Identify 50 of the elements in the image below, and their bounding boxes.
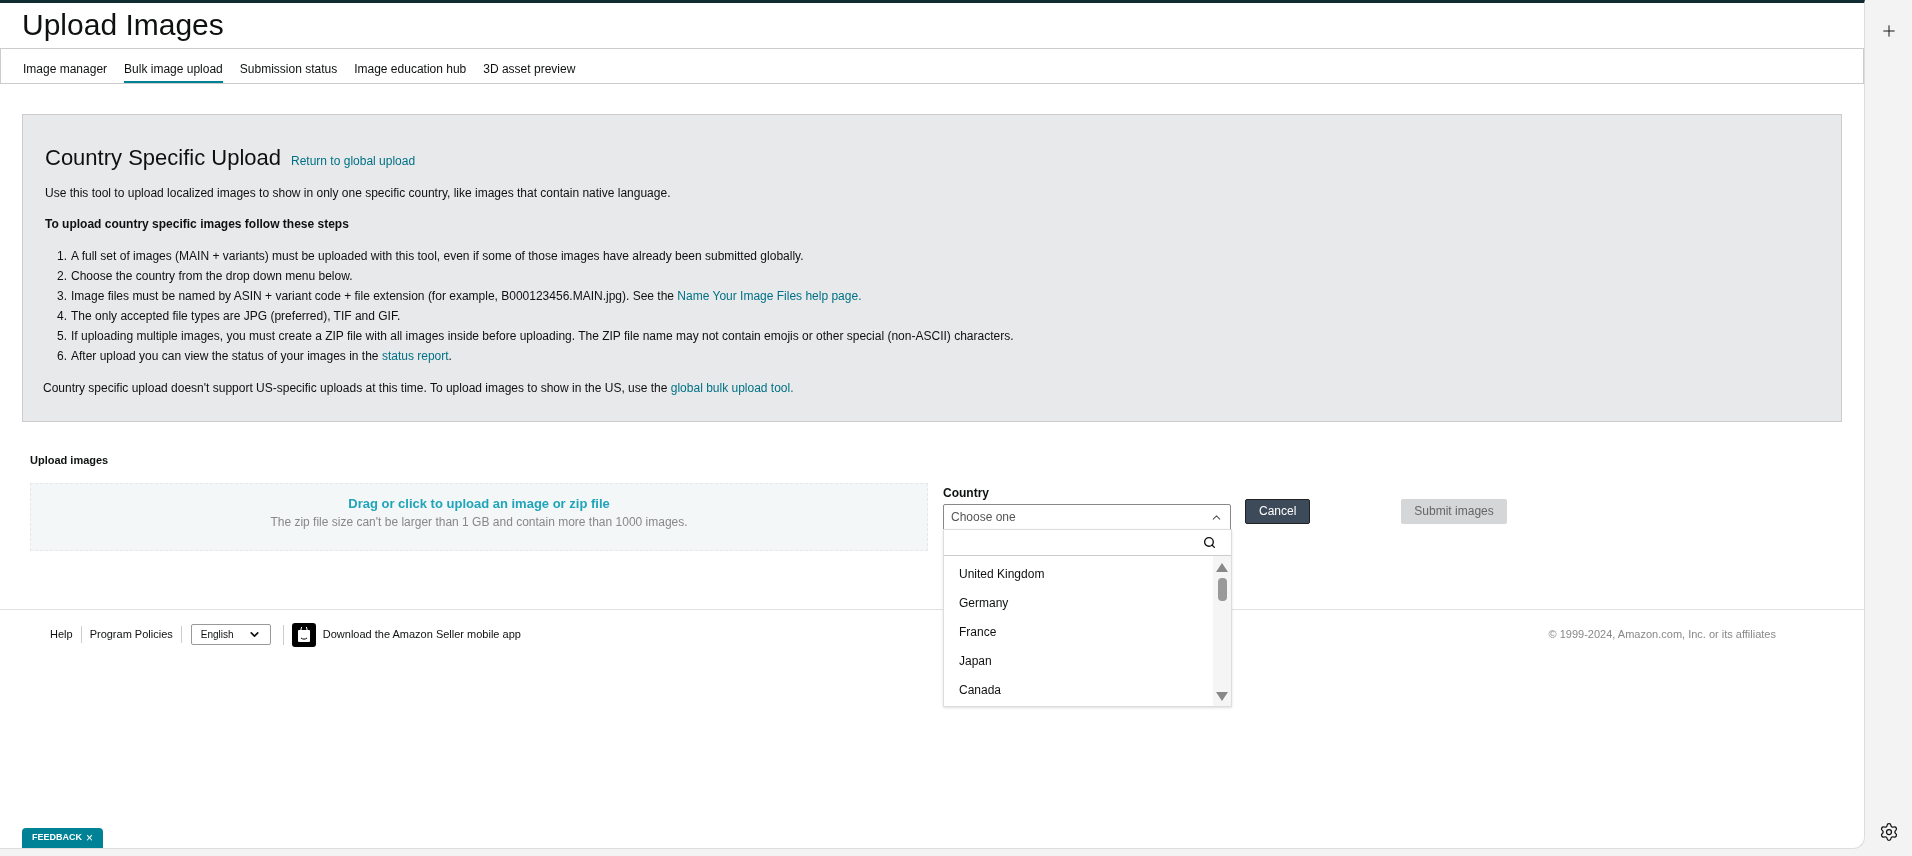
status-report-link[interactable]: status report: [381, 349, 449, 363]
step-text: After upload you can view the status of your images in the status report.: [71, 348, 452, 365]
copyright: © 1999-2024, Amazon.com, Inc. or its affiliates: [1548, 627, 1776, 643]
cancel-button[interactable]: Cancel: [1245, 498, 1311, 524]
country-label: Country: [943, 484, 990, 502]
bulk-upload-link[interactable]: global bulk upload tool.: [670, 381, 794, 395]
intro-text: Use this tool to upload localized images to show in only one specific country, like images that contain native language.: [44, 185, 672, 202]
tab[interactable]: Image manager: [23, 49, 108, 83]
step-number: 6.: [57, 348, 67, 365]
country-option[interactable]: United Kingdom: [944, 559, 1213, 589]
step-text: Choose the country from the drop down menu below.: [71, 268, 353, 285]
app-logo-icon: [291, 622, 316, 647]
scroll-down-icon: [1216, 691, 1228, 701]
country-option[interactable]: France: [944, 617, 1213, 647]
page-title: Upload Images: [21, 7, 225, 43]
search-icon: [1203, 535, 1216, 549]
country-select[interactable]: Choose one: [943, 503, 1231, 531]
settings-icon[interactable]: [1878, 822, 1899, 842]
step-number: 4.: [57, 308, 67, 325]
scroll-up-icon: [1216, 562, 1228, 572]
language-select[interactable]: English: [190, 624, 271, 645]
tab[interactable]: Submission status: [239, 49, 338, 83]
help-page-link[interactable]: Name Your Image Files help page.: [677, 289, 862, 303]
step-number: 3.: [57, 288, 67, 305]
return-link[interactable]: Return to global upload: [291, 152, 416, 170]
footer-link[interactable]: Help: [50, 626, 82, 643]
scroll-thumb[interactable]: [1217, 577, 1227, 601]
section-title: Country Specific Upload: [45, 144, 281, 172]
upload-label: Upload images: [30, 453, 110, 468]
app-download-link[interactable]: Download the Amazon Seller mobile app: [322, 626, 521, 643]
tab[interactable]: 3D asset preview: [483, 49, 576, 83]
country-option[interactable]: Germany: [944, 588, 1213, 618]
tab[interactable]: Bulk image upload: [124, 49, 223, 83]
scrollbar[interactable]: [1213, 555, 1231, 706]
step-text: The only accepted file types are JPG (preferred), TIF and GIF.: [71, 308, 401, 325]
tab[interactable]: Image education hub: [354, 49, 467, 83]
step-number: 1.: [57, 248, 67, 265]
drop-title: Drag or click to upload an image or zip file: [348, 494, 610, 513]
feedback-button[interactable]: FEEDBACK ×: [22, 828, 104, 848]
country-option[interactable]: Canada: [944, 675, 1213, 705]
note-text: Country specific upload doesn't support US-specific uploads at this time. To upload images to show in the US, use the global bulk upload tool.: [43, 380, 795, 397]
step-number: 2.: [57, 268, 67, 285]
step-text: Image files must be named by ASIN + variant code + file extension (for example, B000123456.MAIN.jpg). See the Name Your Image Files help page.: [71, 288, 862, 305]
country-option[interactable]: Japan: [944, 646, 1213, 676]
steps-heading: To upload country specific images follow these steps: [44, 216, 350, 233]
step-text: If uploading multiple images, you must create a ZIP file with all images inside before uploading. The ZIP file name may not contain emojis or other special (non-ASCII) characters.: [71, 328, 1014, 345]
footer-link[interactable]: Program Policies: [81, 626, 182, 643]
step-number: 5.: [57, 328, 67, 345]
drop-hint: The zip file size can't be larger than 1 GB and contain more than 1000 images.: [270, 514, 688, 531]
step-text: A full set of images (MAIN + variants) must be uploaded with this tool, even if some of those images have already been submitted globally.: [71, 248, 804, 265]
